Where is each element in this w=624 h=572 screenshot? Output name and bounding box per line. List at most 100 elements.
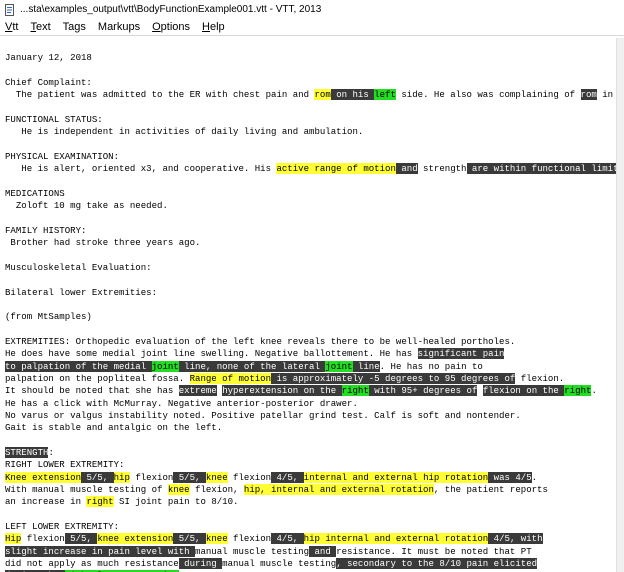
highlight-yellow[interactable]: internal and external hip rotation — [303, 471, 489, 483]
text-segment: He has a click with McMurray. Negative a… — [5, 397, 358, 409]
document-line: did not apply as much resistance during … — [5, 558, 616, 570]
highlight-yellow[interactable]: hip, internal and external rotation — [243, 484, 434, 496]
document-line: He does have some medial joint line swel… — [5, 348, 616, 360]
document-line: MEDICATIONS — [5, 188, 616, 200]
menu-vtt[interactable]: Vtt — [4, 21, 19, 33]
text-segment: Musculoskeletal Evaluation: — [5, 261, 152, 273]
document-line: With manual muscle testing of knee flexi… — [5, 484, 616, 496]
text-segment: He is alert, oriented x3, and cooperativ… — [5, 163, 277, 175]
highlight-yellow[interactable]: knee — [205, 471, 228, 483]
text-segment: FAMILY HISTORY: — [5, 224, 87, 236]
menu-text[interactable]: Text — [29, 21, 51, 33]
highlight-yellow[interactable]: rom — [314, 89, 331, 101]
text-segment: PHYSICAL EXAMINATION: — [5, 150, 120, 162]
highlight-dark[interactable]: was 4/5 — [488, 471, 532, 483]
highlight-dark[interactable]: flexion — [482, 385, 521, 397]
document-line: palpation on the popliteal fossa. Range … — [5, 372, 616, 385]
highlight-dark[interactable]: 5/5, — [64, 533, 98, 545]
text-segment: side. He also was complaining of — [395, 89, 581, 101]
document-line: The patient was admitted to the ER with … — [5, 89, 616, 101]
highlight-green[interactable]: joint — [151, 360, 179, 372]
document-line: Musculoskeletal Evaluation: — [5, 262, 616, 274]
highlight-dark[interactable]: 5/5, — [173, 471, 206, 483]
highlight-dark[interactable]: rom — [580, 89, 597, 101]
highlight-dark[interactable]: and — [395, 163, 418, 175]
document-line: January 12, 2018 — [5, 52, 616, 64]
menu-tags[interactable]: Tags — [62, 21, 87, 33]
highlight-dark[interactable]: STRENGTH — [5, 447, 49, 458]
text-segment: flexion, — [189, 484, 244, 496]
text-segment: With manual muscle testing of — [5, 484, 168, 496]
document-line: Brother had stroke three years ago. — [5, 237, 616, 249]
highlight-dark[interactable]: with 95+ degrees of — [368, 385, 478, 397]
highlight-dark[interactable]: are within functional limits — [466, 163, 616, 175]
highlight-dark[interactable]: 5/5, — [81, 471, 114, 483]
highlight-yellow[interactable]: knee extension — [97, 533, 174, 545]
highlight-yellow[interactable]: right — [86, 496, 114, 508]
menu-options[interactable]: Options — [151, 21, 191, 33]
highlight-yellow[interactable]: hip — [113, 471, 130, 483]
highlight-dark[interactable]: significant pain — [417, 348, 505, 360]
menu-help[interactable]: Help — [201, 21, 226, 33]
document-line: Chief Complaint: — [5, 77, 616, 89]
highlight-green[interactable]: joint — [325, 360, 353, 372]
menu-markups[interactable]: Markups — [97, 21, 141, 33]
text-segment: flexion — [129, 471, 174, 483]
highlight-dark[interactable]: on his — [330, 89, 375, 101]
text-segment: did not apply as much resistance — [5, 558, 179, 570]
document-line: PHYSICAL EXAMINATION: — [5, 151, 616, 163]
highlight-yellow[interactable]: hip internal and external rotation — [303, 533, 489, 545]
text-segment: Chief Complaint: — [5, 76, 92, 88]
document-line: It should be noted that she has extreme … — [5, 385, 616, 397]
highlight-yellow[interactable]: active range of motion — [276, 163, 396, 175]
highlight-green[interactable]: right — [564, 385, 592, 397]
highlight-dark[interactable]: 4/5, — [271, 471, 304, 483]
highlight-yellow[interactable]: knee — [205, 533, 228, 545]
highlight-dark[interactable]: to palpation of the medial — [5, 360, 152, 372]
document-line: Bilateral lower Extremities: — [5, 287, 616, 299]
document-line: an increase in right SI joint pain to 8/… — [5, 496, 616, 508]
highlight-dark[interactable]: line, none of the lateral — [178, 360, 326, 372]
highlight-yellow[interactable]: Hip — [5, 533, 22, 545]
document-line: LEFT LOWER EXTREMITY: — [5, 521, 616, 533]
highlight-dark[interactable]: on the — [520, 385, 565, 397]
highlight-dark[interactable]: line — [352, 360, 380, 372]
text-segment: strength — [417, 163, 467, 175]
highlight-dark[interactable]: , secondary to the 8/10 pain elicited — [336, 558, 538, 570]
highlight-dark[interactable]: 5/5, — [173, 533, 206, 545]
document-text-area[interactable]: January 12, 2018 Chief Complaint: The pat… — [0, 38, 616, 572]
highlight-dark[interactable]: 4/5, — [271, 533, 304, 545]
text-segment: palpation on the popliteal fossa. — [5, 372, 190, 384]
highlight-dark[interactable]: during — [178, 558, 223, 570]
text-segment: . — [591, 385, 597, 397]
text-segment: He does have some medial joint line swel… — [5, 348, 418, 360]
highlight-green[interactable]: left — [374, 89, 396, 101]
highlight-dark[interactable]: 4/5, with — [488, 533, 543, 545]
title-bar: ...sta\examples_output\vtt\BodyFunctionE… — [0, 0, 624, 18]
document-line: slight increase in pain level with manua… — [5, 545, 616, 558]
text-segment: flexion. — [515, 372, 565, 384]
highlight-yellow[interactable]: Range of motion — [189, 372, 272, 384]
highlight-dark[interactable]: and — [309, 545, 337, 557]
text-segment: SI joint pain to 8/10. — [113, 496, 239, 508]
vertical-scrollbar[interactable] — [616, 38, 624, 572]
highlight-dark[interactable]: is approximately -5 degrees to 95 degree… — [271, 372, 516, 384]
text-segment: He is independent in activities of daily… — [5, 126, 364, 138]
text-segment: (from MtSamples) — [5, 311, 92, 323]
highlight-dark[interactable]: hyperextension on the — [222, 385, 342, 397]
highlight-yellow[interactable]: knee — [167, 484, 190, 496]
text-segment: , the patient reports — [433, 484, 548, 496]
highlight-yellow[interactable]: Knee extension — [5, 471, 82, 483]
highlight-dark[interactable]: slight increase in pain level with — [5, 545, 196, 557]
highlight-dark[interactable]: extreme — [178, 385, 217, 397]
text-segment: MEDICATIONS — [5, 187, 65, 199]
text-segment: in his feet. — [602, 89, 614, 101]
text-segment: . — [531, 471, 538, 483]
highlight-green[interactable]: right — [341, 385, 369, 397]
